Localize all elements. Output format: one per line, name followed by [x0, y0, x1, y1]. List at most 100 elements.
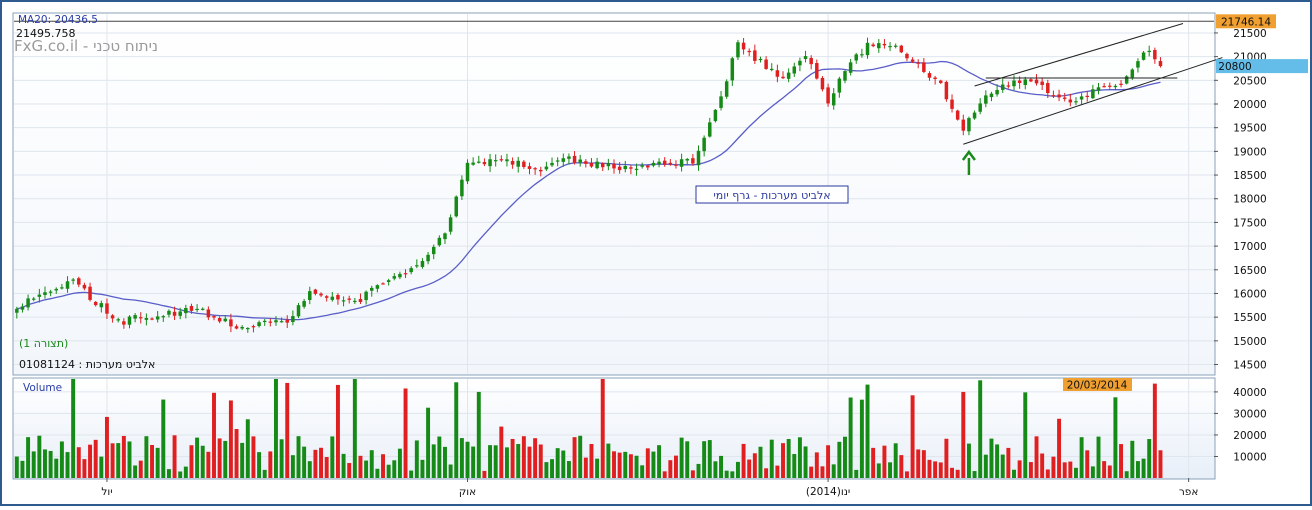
volume-bar: [341, 453, 346, 478]
candle-body: [888, 46, 892, 48]
volume-bar: [707, 440, 712, 478]
candle-body: [933, 77, 937, 80]
volume-bar: [364, 460, 369, 478]
candle-body: [1085, 95, 1089, 98]
candle-body: [229, 319, 233, 327]
candle-body: [110, 315, 115, 319]
price-pane: [12, 12, 1216, 376]
volume-bar: [369, 450, 374, 478]
candle-body: [837, 78, 842, 93]
candle-body: [967, 118, 971, 132]
volume-bar: [882, 445, 887, 478]
volume-bar: [933, 461, 938, 478]
candle-body: [48, 291, 53, 293]
candle-body: [764, 59, 768, 69]
volume-bar: [657, 445, 662, 478]
candle-body: [770, 68, 774, 71]
volume-bar: [685, 441, 690, 478]
volume-bar: [14, 456, 19, 478]
candle-body: [984, 95, 988, 104]
volume-bar: [983, 454, 988, 478]
candle-body: [809, 57, 813, 65]
candle-body: [341, 300, 346, 302]
candle-body: [392, 276, 397, 279]
volume-bar: [138, 460, 143, 478]
candle-body: [105, 303, 109, 314]
candle-body: [460, 179, 464, 197]
candle-body: [640, 165, 644, 167]
volume-bar: [150, 445, 154, 478]
volume-bar: [533, 438, 538, 478]
volume-bar: [426, 407, 431, 478]
volume-bar: [859, 399, 864, 478]
volume-bar: [121, 435, 126, 478]
candle-body: [454, 196, 458, 217]
volume-bar: [1023, 392, 1028, 478]
volume-label: Volume: [23, 382, 62, 394]
volume-bar: [634, 455, 639, 478]
candle-body: [200, 308, 205, 310]
price-tick-label: 16500: [1233, 265, 1266, 277]
candle-body: [939, 80, 943, 83]
candle-body: [995, 89, 999, 95]
candle-body: [854, 54, 858, 61]
candle-body: [482, 162, 487, 165]
candle-body: [184, 307, 188, 314]
volume-bar: [302, 446, 307, 478]
volume-bar: [854, 469, 859, 478]
price-tick-label: 20000: [1233, 99, 1266, 111]
current-value-label: 20800: [1218, 61, 1251, 73]
candle-body: [730, 58, 735, 81]
volume-bar: [257, 452, 262, 478]
candle-body: [291, 316, 295, 323]
volume-bar: [43, 449, 47, 478]
candle-body: [989, 93, 994, 98]
volume-bar: [1147, 439, 1152, 478]
price-tick-label: 16000: [1233, 288, 1266, 300]
candle-body: [144, 317, 149, 320]
candle-body: [555, 160, 560, 162]
volume-bar: [781, 443, 785, 478]
candle-body: [843, 71, 847, 81]
volume-bar: [1062, 462, 1067, 478]
volume-bar: [99, 456, 104, 478]
volume-bar: [1158, 450, 1163, 478]
volume-bar: [251, 436, 256, 478]
candle-body: [268, 321, 273, 323]
candle-body: [775, 70, 780, 77]
candle-body: [674, 164, 678, 166]
candle-body: [37, 294, 42, 297]
watermark: FxG.co.il - ניתוח טכני: [14, 37, 158, 55]
volume-bar: [26, 437, 31, 478]
candle-body: [172, 311, 177, 316]
candle-body: [522, 161, 526, 168]
volume-bar: [1079, 437, 1084, 478]
volume-bar: [296, 436, 301, 478]
candle-body: [826, 87, 830, 104]
candle-body: [1074, 101, 1078, 103]
volume-bar: [409, 470, 414, 478]
volume-tick-label: 20000: [1233, 430, 1266, 442]
volume-bar: [826, 445, 831, 478]
volume-bar: [403, 388, 408, 478]
candle-body: [1046, 82, 1050, 94]
volume-bar: [555, 448, 560, 478]
volume-bar: [1045, 469, 1050, 478]
candle-body: [657, 161, 661, 165]
volume-bar: [178, 471, 183, 478]
candle-body: [1119, 83, 1123, 85]
candle-body: [1023, 79, 1028, 85]
candle-body: [1062, 97, 1067, 99]
volume-bar: [809, 466, 814, 478]
volume-bar: [1040, 453, 1045, 478]
candle-body: [1040, 81, 1044, 85]
candle-body: [572, 155, 577, 163]
candle-body: [1068, 99, 1073, 103]
volume-bar: [786, 439, 791, 478]
volume-bar: [319, 447, 324, 478]
volume-bar: [578, 435, 583, 478]
volume-bar: [1051, 456, 1056, 478]
volume-bar: [228, 400, 233, 478]
candle-body: [167, 310, 171, 315]
volume-bar: [217, 438, 222, 478]
